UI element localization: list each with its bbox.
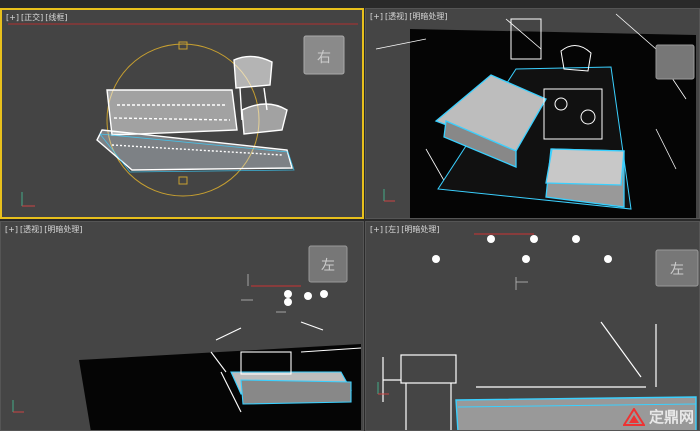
viewport-shading-menu[interactable]: [明暗处理]	[409, 12, 447, 21]
scene-left: 左	[377, 233, 699, 430]
viewport-front[interactable]: [+] [正交] [线框] 右	[0, 8, 364, 219]
scene-persp2: 左	[12, 245, 362, 430]
axis-gizmo	[21, 192, 35, 207]
viewport-menu[interactable]: [+]	[370, 12, 383, 21]
viewport-shading-menu[interactable]: [明暗处理]	[401, 225, 439, 234]
viewport-view-menu[interactable]: [透视]	[20, 225, 42, 234]
viewcube-face[interactable]: 左	[321, 258, 335, 274]
viewport-view-menu[interactable]: [透视]	[385, 12, 407, 21]
viewcube-face[interactable]: 右	[317, 50, 331, 66]
viewport-persp1[interactable]: [+] [透视] [明暗处理]	[365, 8, 700, 219]
viewport-shading-menu[interactable]: [明暗处理]	[44, 225, 82, 234]
viewport-persp2[interactable]: [+] [透视] [明暗处理] 左	[0, 221, 364, 431]
viewport-view-menu[interactable]: [正交]	[21, 13, 43, 22]
viewport-label[interactable]: [+] [透视] [明暗处理]	[5, 224, 84, 235]
viewport-label[interactable]: [+] [透视] [明暗处理]	[370, 11, 449, 22]
scene-front: 右	[8, 23, 358, 207]
viewport-view-menu[interactable]: [左]	[385, 225, 399, 234]
watermark: 定鼎网	[622, 406, 694, 427]
scene-persp1	[375, 13, 696, 218]
watermark-text: 定鼎网	[648, 408, 694, 426]
viewcube-face[interactable]: 左	[670, 262, 684, 278]
viewport-label[interactable]: [+] [正交] [线框]	[6, 12, 69, 23]
viewport-shading-menu[interactable]: [线框]	[45, 13, 67, 22]
viewport-label[interactable]: [+] [左] [明暗处理]	[370, 224, 441, 235]
viewport-menu[interactable]: [+]	[370, 225, 383, 234]
viewport-menu[interactable]: [+]	[6, 13, 19, 22]
watermark-logo-icon	[622, 407, 645, 426]
viewport-left[interactable]: [+] [左] [明暗处理] 左	[365, 221, 700, 431]
viewport-menu[interactable]: [+]	[5, 225, 18, 234]
